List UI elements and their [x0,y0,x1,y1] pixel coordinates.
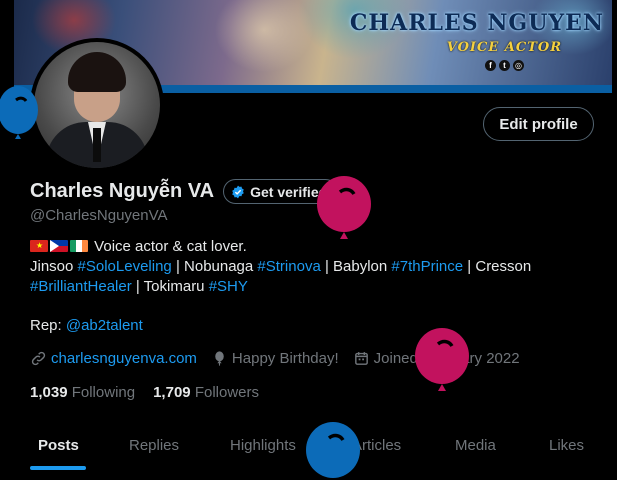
instagram-icon: ◎ [513,60,524,71]
bio-text: Jinsoo [30,258,78,275]
philippines-flag-icon [50,240,68,252]
following-link[interactable]: 1,039 Following [30,384,135,401]
bio-text: | Nobunaga [171,258,258,275]
hashtag-link[interactable]: #7thPrince [391,258,463,275]
tab-highlights[interactable]: Highlights [230,437,296,454]
bio-text: | Tokimaru [131,278,209,295]
followers-link[interactable]: 1,709 Followers [153,384,259,401]
hashtag-link[interactable]: #Strinova [257,258,320,275]
verified-badge-icon [232,185,244,198]
follow-stats: 1,039 Following 1,709 Followers [30,384,277,401]
tab-posts[interactable]: Posts [38,437,79,454]
following-label: Following [71,384,136,401]
ireland-flag-icon [70,240,88,252]
link-icon [31,351,46,366]
calendar-icon [354,352,368,365]
followers-count: 1,709 [153,384,191,401]
bio-line-2: Jinsoo #SoloLeveling | Nobunaga #Strinov… [30,257,600,277]
banner-social-icons: f t ◎ [485,60,524,71]
birthday-text: Happy Birthday! [231,350,339,367]
name-row: Charles Nguyễn VA Get verified [30,179,339,204]
tab-media[interactable]: Media [455,437,496,454]
following-count: 1,039 [30,384,68,401]
bio-text: | Babylon [320,258,392,275]
bio-rep-line: Rep: @ab2talent [30,317,143,334]
vietnam-flag-icon: ★ [30,240,48,252]
tab-likes[interactable]: Likes [549,437,584,454]
bio-text: Voice actor & cat lover. [94,238,247,255]
edit-profile-button[interactable]: Edit profile [483,107,594,141]
rep-mention-link[interactable]: @ab2talent [66,317,143,334]
followers-label: Followers [194,384,259,401]
banner-subtitle: VOICE ACTOR [446,40,562,55]
banner-title: CHARLES NGUYEN [349,10,604,36]
display-name: Charles Nguyễn VA [30,180,215,202]
hashtag-link[interactable]: #SoloLeveling [78,258,172,275]
avatar-photo [34,42,160,168]
balloon-decoration-icon [415,328,469,391]
bio-line-1: ★ Voice actor & cat lover. [30,237,600,257]
hashtag-link[interactable]: #BrilliantHealer [30,278,132,295]
hashtag-link[interactable]: #SHY [209,278,248,295]
facebook-icon: f [485,60,496,71]
balloon-icon [215,351,224,366]
profile-avatar[interactable] [30,38,164,172]
birthday-item: Happy Birthday! [211,350,339,367]
rep-label: Rep: [30,317,66,334]
twitter-icon: t [499,60,510,71]
tab-replies[interactable]: Replies [129,437,179,454]
balloon-decoration-icon [0,86,38,139]
user-handle: @CharlesNguyenVA [30,207,168,224]
bio-text: | Cresson [463,258,532,275]
active-tab-indicator [30,466,86,470]
balloon-decoration-icon [306,422,360,478]
website-item: charlesnguyenva.com [30,350,197,367]
profile-bio: ★ Voice actor & cat lover. Jinsoo #SoloL… [30,237,600,297]
website-link[interactable]: charlesnguyenva.com [51,350,197,367]
bio-line-3: #BrilliantHealer | Tokimaru #SHY [30,277,600,297]
balloon-decoration-icon [317,176,371,239]
